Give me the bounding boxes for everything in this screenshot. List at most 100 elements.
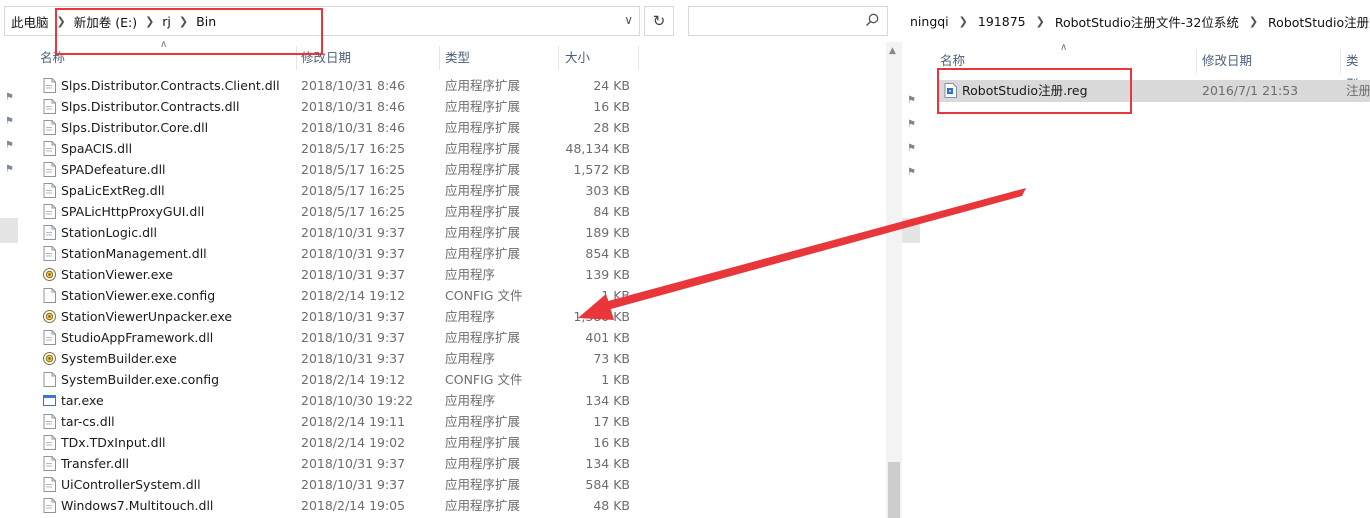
file-name: tar-cs.dll: [61, 414, 115, 429]
file-row[interactable]: StationViewer.exe.config 2018/2/14 19:12 C…: [36, 285, 640, 306]
file-date: 2018/10/31 9:37: [301, 477, 406, 492]
file-name: Slps.Distributor.Contracts.dll: [61, 99, 240, 114]
dll-file-icon: [43, 225, 56, 240]
file-name: SPADefeature.dll: [61, 162, 166, 177]
breadcrumb-reg-subfolder[interactable]: RobotStudio注册文件-3: [1260, 12, 1370, 31]
chevron-right-icon[interactable]: ❯: [1247, 15, 1260, 28]
annotation-box-address: [55, 8, 323, 55]
file-row[interactable]: Slps.Distributor.Contracts.Client.dll 201…: [36, 75, 640, 96]
file-size: 134 KB: [585, 456, 630, 471]
exe-app-icon: [43, 268, 56, 281]
column-divider[interactable]: [558, 46, 559, 70]
column-header-date[interactable]: 修改日期: [1202, 49, 1252, 73]
file-size: 84 KB: [593, 204, 630, 219]
vertical-scrollbar[interactable]: ▲: [886, 42, 902, 518]
file-row[interactable]: tar-cs.dll 2018/2/14 19:11 应用程序扩展 17 KB: [36, 411, 640, 432]
file-row[interactable]: StudioAppFramework.dll 2018/10/31 9:37 应用程…: [36, 327, 640, 348]
file-size: 28 KB: [593, 120, 630, 135]
breadcrumb-ningqi[interactable]: ningqi: [902, 14, 957, 29]
sort-ascending-icon: ∧: [1060, 42, 1068, 53]
breadcrumb-191875[interactable]: 191875: [970, 14, 1034, 29]
file-name: StationLogic.dll: [61, 225, 157, 240]
file-row[interactable]: SpaACIS.dll 2018/5/17 16:25 应用程序扩展 48,134 K…: [36, 138, 640, 159]
file-date: 2018/10/30 19:22: [301, 393, 414, 408]
scrollbar-thumb[interactable]: [888, 462, 900, 518]
dll-file-icon: [43, 456, 56, 471]
file-date: 2018/10/31 9:37: [301, 267, 406, 282]
file-row[interactable]: tar.exe 2018/10/30 19:22 应用程序 134 KB: [36, 390, 640, 411]
file-row[interactable]: Slps.Distributor.Core.dll 2018/10/31 8:46…: [36, 117, 640, 138]
file-size: 854 KB: [585, 246, 630, 261]
file-row[interactable]: TDx.TDxInput.dll 2018/2/14 19:02 应用程序扩展 16 …: [36, 432, 640, 453]
annotation-box-reg-file: [937, 68, 1132, 114]
file-row[interactable]: UiControllerSystem.dll 2018/10/31 9:37 应用程…: [36, 474, 640, 495]
file-size: 401 KB: [585, 330, 630, 345]
breadcrumb-reg-folder[interactable]: RobotStudio注册文件-32位系统: [1047, 12, 1247, 31]
file-date: 2018/10/31 9:37: [301, 456, 406, 471]
pin-icon[interactable]: ⚑: [5, 116, 15, 127]
chevron-right-icon[interactable]: ❯: [1034, 15, 1047, 28]
refresh-button[interactable]: ↻: [644, 6, 674, 36]
address-bar[interactable]: ningqi ❯ 191875 ❯ RobotStudio注册文件-32位系统 …: [902, 6, 1370, 36]
file-row[interactable]: SpaLicExtReg.dll 2018/5/17 16:25 应用程序扩展 303…: [36, 180, 640, 201]
column-divider[interactable]: [1340, 49, 1341, 73]
file-size: 16 KB: [593, 435, 630, 450]
file-row[interactable]: StationViewer.exe 2018/10/31 9:37 应用程序 139 …: [36, 264, 640, 285]
breadcrumb-this-pc[interactable]: 此电脑: [5, 12, 55, 31]
file-row[interactable]: SystemBuilder.exe 2018/10/31 9:37 应用程序 73 K…: [36, 348, 640, 369]
column-divider[interactable]: [638, 46, 639, 70]
file-row[interactable]: StationViewerUnpacker.exe 2018/10/31 9:37…: [36, 306, 640, 327]
file-row[interactable]: StationManagement.dll 2018/10/31 9:37 应用程序…: [36, 243, 640, 264]
pin-icon[interactable]: ⚑: [907, 95, 917, 106]
file-size: 17 KB: [593, 414, 630, 429]
file-type: 应用程序: [445, 309, 496, 324]
file-date: 2018/5/17 16:25: [301, 183, 406, 198]
chevron-right-icon[interactable]: ❯: [957, 15, 970, 28]
left-explorer-window: 此电脑 ❯ 新加卷 (E:) ❯ rj ❯ Bin ∨ ↻ ∧ 名称 修改日期 …: [0, 0, 902, 518]
search-input[interactable]: [688, 6, 888, 36]
file-size: 16 KB: [593, 99, 630, 114]
pin-icon[interactable]: ⚑: [907, 167, 917, 178]
column-header-type[interactable]: 类型: [1346, 49, 1370, 92]
file-type: 应用程序扩展: [445, 162, 521, 177]
file-date: 2018/5/17 16:25: [301, 162, 406, 177]
file-date: 2018/2/14 19:02: [301, 435, 406, 450]
dll-file-icon: [43, 330, 56, 345]
file-row[interactable]: SystemBuilder.exe.config 2018/2/14 19:12 C…: [36, 369, 640, 390]
file-row[interactable]: Slps.Distributor.Contracts.dll 2018/10/31…: [36, 96, 640, 117]
file-row[interactable]: StationLogic.dll 2018/10/31 9:37 应用程序扩展 189…: [36, 222, 640, 243]
file-name: StationViewerUnpacker.exe: [61, 309, 233, 324]
file-name: SystemBuilder.exe: [61, 351, 177, 366]
file-row[interactable]: Transfer.dll 2018/10/31 9:37 应用程序扩展 134 KB: [36, 453, 640, 474]
column-header-size[interactable]: 大小: [565, 46, 590, 70]
file-date: 2018/10/31 9:37: [301, 330, 406, 345]
dll-file-icon: [43, 78, 56, 93]
file-type: 应用程序扩展: [445, 225, 521, 240]
column-header-type[interactable]: 类型: [445, 46, 470, 70]
column-divider[interactable]: [1196, 49, 1197, 73]
file-date: 2018/10/31 9:37: [301, 351, 406, 366]
file-row[interactable]: SPADefeature.dll 2018/5/17 16:25 应用程序扩展 1,5…: [36, 159, 640, 180]
file-name: tar.exe: [61, 393, 104, 408]
file-row[interactable]: SPALicHttpProxyGUI.dll 2018/5/17 16:25 应用程…: [36, 201, 640, 222]
file-date: 2018/10/31 9:37: [301, 246, 406, 261]
pin-icon[interactable]: ⚑: [907, 143, 917, 154]
file-date: 2018/10/31 8:46: [301, 99, 406, 114]
pin-icon[interactable]: ⚑: [5, 164, 15, 175]
file-size: 134 KB: [585, 393, 630, 408]
file-name: StationViewer.exe: [61, 267, 173, 282]
nav-pane-scrollbar[interactable]: [902, 218, 920, 243]
pin-icon[interactable]: ⚑: [907, 119, 917, 130]
chevron-down-icon[interactable]: ∨: [624, 13, 633, 27]
pin-icon[interactable]: ⚑: [5, 140, 15, 151]
scroll-up-icon[interactable]: ▲: [889, 46, 896, 56]
dll-file-icon: [43, 162, 56, 177]
file-date: 2018/5/17 16:25: [301, 204, 406, 219]
file-name: Slps.Distributor.Contracts.Client.dll: [61, 78, 280, 93]
pin-icon[interactable]: ⚑: [5, 92, 15, 103]
nav-pane-scrollbar[interactable]: [0, 218, 18, 243]
column-divider[interactable]: [439, 46, 440, 70]
file-date: 2018/2/14 19:12: [301, 288, 406, 303]
file-type: CONFIG 文件: [445, 288, 523, 303]
file-row[interactable]: Windows7.Multitouch.dll 2018/2/14 19:05 应用…: [36, 495, 640, 516]
